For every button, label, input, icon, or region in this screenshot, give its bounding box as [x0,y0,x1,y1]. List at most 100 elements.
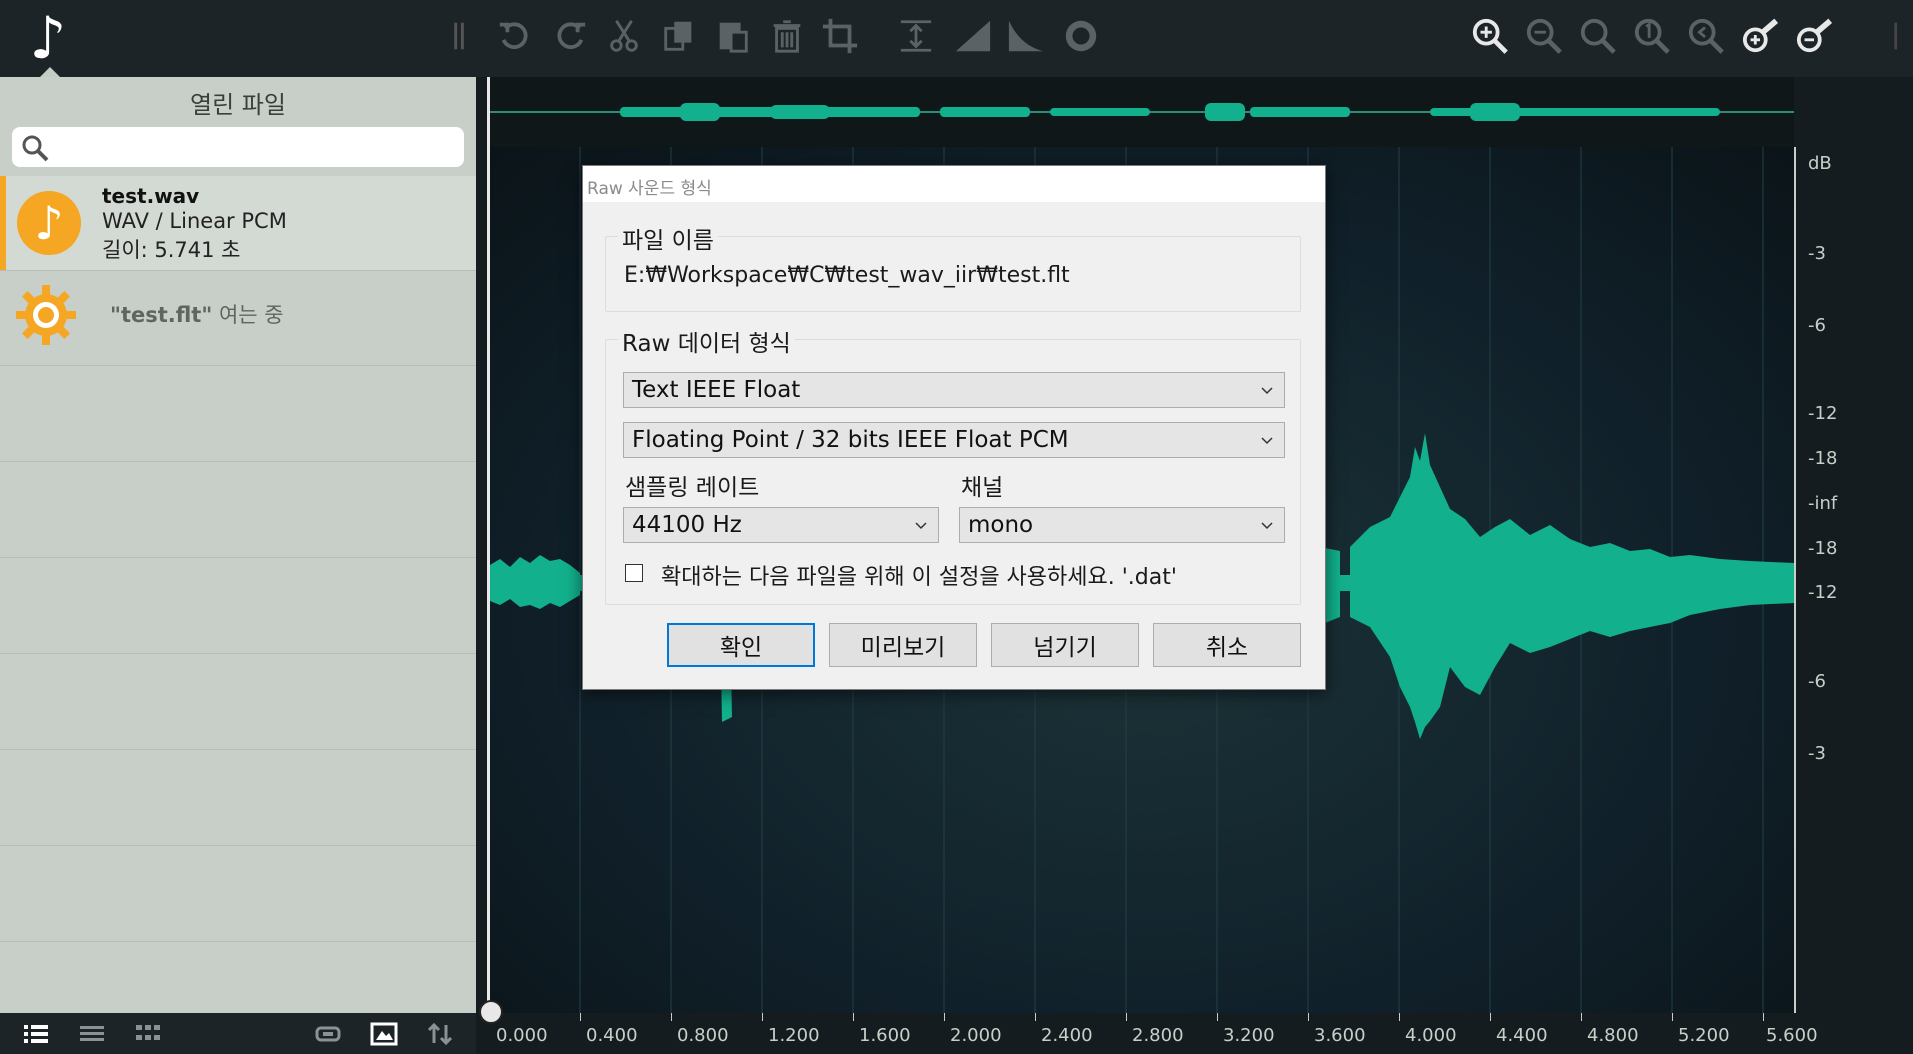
vertical-zoom-out-icon[interactable] [1795,16,1835,56]
crop-icon[interactable] [820,16,860,56]
time-label: 1.200 [768,1025,820,1046]
playhead-line[interactable] [487,77,490,1017]
file-length: 길이: 5.741 초 [102,238,241,262]
chevron-down-icon [1261,522,1273,530]
time-label: 4.800 [1587,1025,1639,1046]
cut-icon[interactable] [604,16,644,56]
delete-icon[interactable] [767,16,807,56]
time-label: 2.800 [1132,1025,1184,1046]
search-icon [22,135,49,162]
overview-waveform [490,103,1794,121]
file-path: E:₩Workspace₩C₩test_wav_iir₩test.flt [624,263,1070,288]
db-label: -6 [1808,671,1826,692]
vertical-zoom-in-icon[interactable] [1741,16,1781,56]
time-axis: 0.000 0.400 0.800 1.200 1.600 2.000 2.40… [490,1013,1913,1054]
time-label: 2.400 [1041,1025,1093,1046]
db-label: -3 [1808,743,1826,764]
sample-rate-label: 샘플링 레이트 [625,475,760,501]
search-input[interactable] [12,127,464,167]
toolbar-overflow-divider-icon [1880,16,1913,56]
remember-settings-checkbox[interactable] [625,564,643,582]
zoom-fit-icon[interactable] [1578,16,1618,56]
chevron-down-icon [1261,437,1273,445]
list-view-icon[interactable] [78,1021,106,1047]
cancel-button[interactable]: 취소 [1153,623,1301,667]
fade-in-icon[interactable] [953,16,993,56]
time-label: 0.400 [586,1025,638,1046]
db-label: -6 [1808,315,1826,336]
time-tick [1217,1013,1218,1021]
dialog-title: Raw 사운드 형식 [587,179,712,199]
zoom-out-icon[interactable] [1524,16,1564,56]
ok-button[interactable]: 확인 [667,623,815,667]
fade-out-icon[interactable] [1006,16,1046,56]
waveform-image-icon[interactable] [370,1021,398,1047]
detail-list-view-icon[interactable] [22,1021,50,1047]
grid-view-icon[interactable] [134,1021,162,1047]
db-label: -inf [1808,493,1838,514]
time-tick [853,1013,854,1021]
file-format: WAV / Linear PCM [102,209,287,233]
time-label: 4.400 [1496,1025,1548,1046]
raw-sound-format-dialog: Raw 사운드 형식 파일 이름 E:₩Workspace₩C₩test_wav… [582,165,1326,690]
chevron-down-icon [915,522,927,530]
db-label: dB [1808,153,1832,174]
empty-list-row [0,366,476,462]
playhead-handle[interactable] [479,1000,503,1024]
time-label: 3.600 [1314,1025,1366,1046]
db-label: -3 [1808,243,1826,264]
sort-icon[interactable] [426,1021,454,1047]
zoom-one-icon[interactable] [1632,16,1672,56]
skip-button[interactable]: 넘기기 [991,623,1139,667]
dialog-titlebar[interactable]: Raw 사운드 형식 [583,166,1325,202]
file-name-group: 파일 이름 E:₩Workspace₩C₩test_wav_iir₩test.f… [605,221,1301,312]
sample-format-value: Floating Point / 32 bits IEEE Float PCM [632,427,1069,453]
panel-bottom-toolbar [0,1013,476,1054]
time-tick [1763,1013,1764,1021]
preview-button[interactable]: 미리보기 [829,623,977,667]
time-label: 5.200 [1678,1025,1730,1046]
paste-icon[interactable] [713,16,753,56]
audio-file-icon: ♪ [17,191,81,255]
loading-gear-icon [16,285,76,345]
time-label: 0.000 [496,1025,548,1046]
logo-pointer [40,67,60,77]
empty-list-row [0,846,476,942]
empty-list-row [0,654,476,750]
redo-icon[interactable] [550,16,590,56]
empty-list-row [0,750,476,846]
file-item-test-wav[interactable]: ♪ test.wav WAV / Linear PCM 길이: 5.741 초 [0,176,476,271]
time-label: 5.600 [1766,1025,1818,1046]
music-note-logo-icon[interactable]: ♪ [18,8,78,68]
main-toolbar: ♪ [0,0,1913,77]
sample-rate-select[interactable]: 44100 Hz [623,507,939,543]
time-label: 0.800 [677,1025,729,1046]
panel-title: 열린 파일 [190,91,286,119]
time-tick [580,1013,581,1021]
time-tick [1126,1013,1127,1021]
fit-height-icon[interactable] [896,16,936,56]
data-format-select[interactable]: Text IEEE Float [623,372,1285,408]
opening-file-name: "test.flt" [110,303,213,327]
opening-status: "test.flt" 여는 중 [110,299,284,329]
remember-settings-label[interactable]: 확대하는 다음 파일을 위해 이 설정을 사용하세요. '.dat' [661,559,1177,591]
divider-icon [440,16,480,56]
channel-select[interactable]: mono [959,507,1285,543]
channel-label: 채널 [961,475,1004,501]
time-tick [944,1013,945,1021]
chevron-down-icon [1261,387,1273,395]
time-tick [1581,1013,1582,1021]
normalize-icon[interactable] [1061,16,1101,56]
sample-format-select[interactable]: Floating Point / 32 bits IEEE Float PCM [623,422,1285,458]
undo-icon[interactable] [495,16,535,56]
data-format-value: Text IEEE Float [632,377,801,403]
time-label: 4.000 [1405,1025,1457,1046]
zoom-selection-icon[interactable] [1686,16,1726,56]
copy-icon[interactable] [659,16,699,56]
link-icon[interactable] [314,1021,342,1047]
zoom-in-icon[interactable] [1470,16,1510,56]
opening-status-text: 여는 중 [218,303,284,327]
db-label: -12 [1808,403,1838,424]
db-label: -18 [1808,448,1838,469]
waveform-overview[interactable] [490,77,1794,147]
